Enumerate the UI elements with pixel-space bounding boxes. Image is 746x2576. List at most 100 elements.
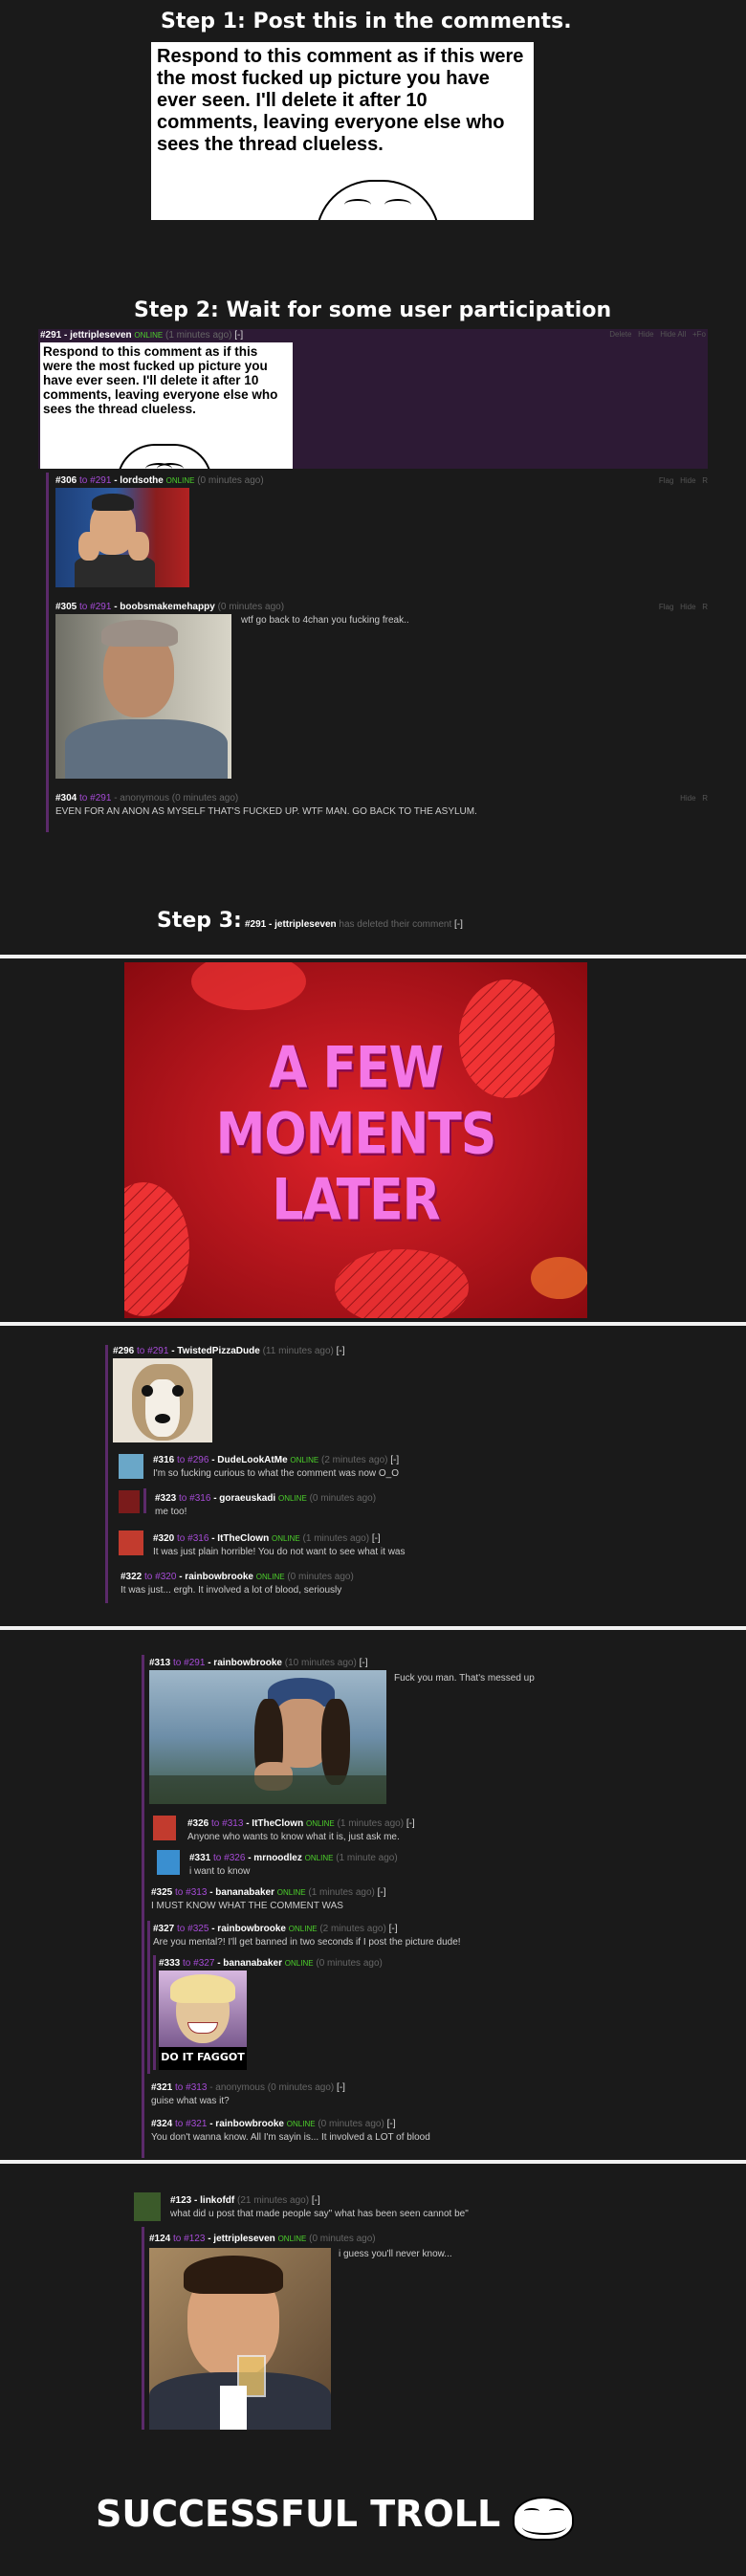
collapse-toggle[interactable]: [-] — [390, 1455, 399, 1465]
collapse-toggle[interactable]: [-] — [378, 1887, 386, 1898]
comment-number[interactable]: #316 — [153, 1455, 174, 1465]
parent-link[interactable]: #313 — [186, 2082, 207, 2093]
comment-number[interactable]: #304 — [55, 793, 77, 804]
comment-number[interactable]: #306 — [55, 475, 77, 486]
collapse-toggle[interactable]: [-] — [312, 2195, 320, 2206]
op-actions: Delete Hide Hide All +Fo — [609, 330, 706, 339]
parent-link[interactable]: #320 — [155, 1572, 176, 1582]
collapse-toggle[interactable]: [-] — [387, 2119, 396, 2129]
comment-number[interactable]: #313 — [149, 1658, 170, 1668]
parent-link[interactable]: #313 — [186, 1887, 207, 1898]
parent-link[interactable]: #291 — [184, 1658, 205, 1668]
comment-header: #324 to #321 - rainbowbrooke ONLINE (0 m… — [151, 2119, 396, 2129]
reply-link[interactable]: R — [702, 603, 708, 611]
comment-number[interactable]: #291 — [40, 330, 61, 341]
comment-number[interactable]: #291 — [245, 919, 266, 930]
username[interactable]: linkofdf — [200, 2195, 234, 2206]
collapse-toggle[interactable]: [-] — [454, 919, 463, 930]
username[interactable]: anonymous — [215, 2082, 265, 2093]
username[interactable]: TwistedPizzaDude — [177, 1346, 260, 1356]
flag-link[interactable]: Flag — [659, 476, 674, 485]
collapse-toggle[interactable]: [-] — [406, 1818, 415, 1829]
online-badge: ONLINE — [305, 1819, 335, 1828]
collapse-toggle[interactable]: [-] — [372, 1533, 381, 1544]
hide-link[interactable]: Hide — [680, 476, 695, 485]
comment-number[interactable]: #327 — [153, 1924, 174, 1934]
comment-header: #322 to #320 - rainbowbrooke ONLINE (0 m… — [121, 1572, 354, 1582]
username[interactable]: jettripleseven — [213, 2234, 274, 2244]
hide-link[interactable]: Hide — [680, 794, 695, 803]
follow-link[interactable]: +Fo — [692, 330, 706, 339]
parent-link[interactable]: #123 — [184, 2234, 205, 2244]
username[interactable]: boobsmakemehappy — [120, 602, 214, 612]
flag-link[interactable]: Flag — [659, 603, 674, 611]
reply-link[interactable]: R — [702, 794, 708, 803]
comment-number[interactable]: #321 — [151, 2082, 172, 2093]
username[interactable]: mrnoodlez — [253, 1853, 302, 1863]
username[interactable]: bananabaker — [215, 1887, 274, 1898]
timestamp: (1 minutes ago) — [308, 1887, 375, 1898]
comment-number[interactable]: #320 — [153, 1533, 174, 1544]
username[interactable]: rainbowbrooke — [185, 1572, 253, 1582]
comment-number[interactable]: #333 — [159, 1958, 180, 1969]
parent-link[interactable]: #296 — [187, 1455, 208, 1465]
parent-link[interactable]: #313 — [222, 1818, 243, 1829]
reaction-image — [55, 488, 189, 587]
thread-line — [105, 1345, 108, 1603]
avatar[interactable] — [157, 1850, 180, 1875]
delete-link[interactable]: Delete — [609, 330, 631, 339]
thread-line — [153, 1955, 156, 2070]
comment-number[interactable]: #326 — [187, 1818, 208, 1829]
username[interactable]: goraeuskadi — [219, 1493, 275, 1504]
parent-link[interactable]: #291 — [90, 475, 111, 486]
timestamp: (0 minutes ago) — [318, 2119, 384, 2129]
parent-link[interactable]: #291 — [90, 793, 111, 804]
thread-line — [143, 1488, 146, 1513]
parent-link[interactable]: #327 — [193, 1958, 214, 1969]
online-badge: ONLINE — [271, 1534, 300, 1543]
username[interactable]: lordsothe — [120, 475, 164, 486]
collapse-toggle[interactable]: [-] — [360, 1658, 368, 1668]
avatar[interactable] — [119, 1530, 143, 1555]
collapse-toggle[interactable]: [-] — [234, 330, 243, 341]
username[interactable]: rainbowbrooke — [213, 1658, 282, 1668]
collapse-toggle[interactable]: [-] — [337, 2082, 345, 2093]
comment-number[interactable]: #305 — [55, 602, 77, 612]
collapse-toggle[interactable]: [-] — [337, 1346, 345, 1356]
hide-link[interactable]: Hide — [680, 603, 695, 611]
username[interactable]: DudeLookAtMe — [217, 1455, 287, 1465]
parent-link[interactable]: #291 — [147, 1346, 168, 1356]
avatar[interactable] — [119, 1490, 140, 1513]
online-badge: ONLINE — [286, 2120, 316, 2128]
avatar[interactable] — [134, 2192, 161, 2221]
username[interactable]: jettripleseven — [274, 919, 336, 930]
reply-link[interactable]: R — [702, 476, 708, 485]
username[interactable]: bananabaker — [223, 1958, 282, 1969]
username[interactable]: anonymous — [120, 793, 169, 804]
step2-title: Step 2: Wait for some user participation — [134, 298, 612, 322]
username[interactable]: rainbowbrooke — [215, 2119, 284, 2129]
comment-number[interactable]: #296 — [113, 1346, 134, 1356]
comment-number[interactable]: #331 — [189, 1853, 210, 1863]
parent-link[interactable]: #316 — [187, 1533, 208, 1544]
parent-link[interactable]: #321 — [186, 2119, 207, 2129]
username[interactable]: jettripleseven — [70, 330, 131, 341]
comment-number[interactable]: #323 — [155, 1493, 176, 1504]
hide-all-link[interactable]: Hide All — [660, 330, 686, 339]
comment-number[interactable]: #322 — [121, 1572, 142, 1582]
comment-number[interactable]: #124 — [149, 2234, 170, 2244]
username[interactable]: ItTheClown — [252, 1818, 303, 1829]
parent-link[interactable]: #325 — [187, 1924, 208, 1934]
comment-number[interactable]: #325 — [151, 1887, 172, 1898]
username[interactable]: ItTheClown — [217, 1533, 269, 1544]
comment-number[interactable]: #324 — [151, 2119, 172, 2129]
collapse-toggle[interactable]: [-] — [389, 1924, 398, 1934]
avatar[interactable] — [119, 1454, 143, 1479]
parent-link[interactable]: #316 — [189, 1493, 210, 1504]
comment-number[interactable]: #123 — [170, 2195, 191, 2206]
avatar[interactable] — [153, 1816, 176, 1840]
username[interactable]: rainbowbrooke — [217, 1924, 286, 1934]
parent-link[interactable]: #291 — [90, 602, 111, 612]
parent-link[interactable]: #326 — [224, 1853, 245, 1863]
hide-link[interactable]: Hide — [638, 330, 653, 339]
